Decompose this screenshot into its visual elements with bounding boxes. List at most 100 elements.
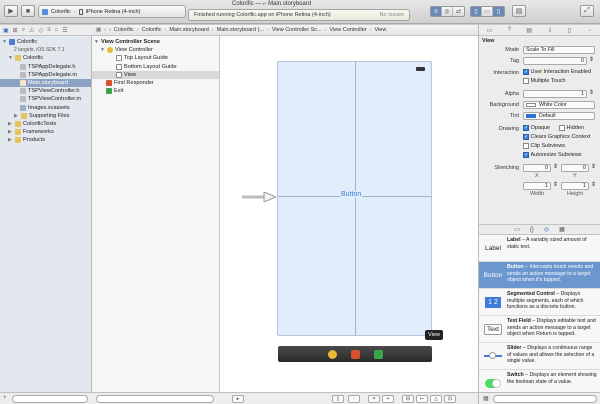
- breadcrumb-item[interactable]: View Controller Sc...: [272, 27, 322, 33]
- warning-icon[interactable]: ⚠: [29, 27, 34, 34]
- standard-editor-icon[interactable]: ≡: [431, 7, 442, 16]
- stretch-y-field[interactable]: 0: [561, 164, 589, 172]
- disclosure-closed-icon[interactable]: ▶: [14, 112, 19, 120]
- disclosure-open-icon[interactable]: ▼: [2, 38, 7, 46]
- user-interaction-checkbox[interactable]: ✓ User Interaction Enabled: [523, 69, 591, 75]
- resolve-icon[interactable]: △: [430, 395, 442, 403]
- size-toggle-icon[interactable]: ▯: [332, 395, 344, 403]
- library-item[interactable]: Text Text Field – Displays editable text…: [479, 316, 600, 343]
- file-template-icon[interactable]: ▭: [514, 226, 520, 233]
- hidden-checkbox[interactable]: Hidden: [559, 125, 584, 131]
- file-inspector-icon[interactable]: ▭: [487, 27, 493, 34]
- disclosure-open-icon[interactable]: ▼: [8, 54, 13, 62]
- library-item[interactable]: Switch – Displays an element showing the…: [479, 370, 600, 392]
- stepper-icon[interactable]: ⇕: [591, 181, 596, 188]
- breadcrumb-item[interactable]: Main.storyboard (...: [217, 27, 264, 33]
- list-item[interactable]: ▶ ColorificTests: [0, 120, 91, 128]
- list-item[interactable]: ▶ Supporting Files: [0, 112, 91, 120]
- breadcrumb-item[interactable]: Colorific: [114, 27, 134, 33]
- breadcrumb-item[interactable]: Main.storyboard: [169, 27, 208, 33]
- object-library-icon[interactable]: ◎: [544, 226, 549, 233]
- stepper-icon[interactable]: ⇕: [589, 89, 594, 96]
- outline-item[interactable]: First Responder: [92, 79, 219, 87]
- tint-select[interactable]: Default: [523, 112, 595, 120]
- outline-toggle-icon[interactable]: ▸: [232, 395, 244, 403]
- stretch-width-field[interactable]: 1: [523, 182, 551, 190]
- debug-toggle-icon[interactable]: ▭: [482, 7, 493, 16]
- multiple-touch-checkbox[interactable]: Multiple Touch: [523, 78, 566, 84]
- breakpoint-icon[interactable]: ⌂: [55, 27, 59, 33]
- stretch-height-field[interactable]: 1: [561, 182, 589, 190]
- outline-item[interactable]: View: [92, 70, 219, 79]
- utilities-toggle-icon[interactable]: ▯: [493, 7, 504, 16]
- list-item[interactable]: TSPViewController.h: [0, 87, 91, 95]
- scheme-selector[interactable]: Colorific › iPhone Retina (4-inch): [38, 5, 186, 18]
- library-filter-input[interactable]: [493, 395, 597, 403]
- clip-subviews-checkbox[interactable]: Clip Subviews: [523, 143, 565, 149]
- assistant-editor-icon[interactable]: ◎: [442, 7, 453, 16]
- editor-mode-segment[interactable]: ≡ ◎ ⇄: [430, 6, 465, 17]
- align-icon[interactable]: ⊟: [402, 395, 414, 403]
- outline-item[interactable]: Bottom Layout Guide: [92, 63, 219, 71]
- outline-item[interactable]: ▼ View Controller Scene: [92, 38, 219, 46]
- stop-button[interactable]: ■: [21, 5, 35, 17]
- fullscreen-button[interactable]: ⤢: [580, 5, 594, 17]
- media-library-icon[interactable]: ▦: [559, 226, 565, 233]
- size-inspector-icon[interactable]: ▯: [568, 27, 571, 34]
- exit-icon[interactable]: [373, 349, 383, 359]
- attributes-inspector-icon[interactable]: ⇩: [547, 27, 552, 34]
- disclosure-closed-icon[interactable]: ▶: [8, 128, 13, 136]
- library-item[interactable]: 1 2 Segmented Control – Displays multipl…: [479, 289, 600, 316]
- search-icon[interactable]: ⌕: [22, 27, 25, 34]
- disclosure-closed-icon[interactable]: ▶: [8, 136, 13, 144]
- zoom-fit-icon[interactable]: =: [368, 395, 380, 403]
- list-item[interactable]: ▼ Colorific: [0, 38, 91, 46]
- outline-filter-input[interactable]: [96, 395, 214, 403]
- background-select[interactable]: White Color: [523, 101, 595, 109]
- list-item[interactable]: TSPAppDelegate.m: [0, 71, 91, 79]
- list-item[interactable]: ▶ Frameworks: [0, 128, 91, 136]
- tag-field[interactable]: 0: [523, 57, 587, 65]
- mode-select[interactable]: Scale To Fill: [523, 46, 595, 54]
- navigator-toggle-icon[interactable]: ▯: [471, 7, 482, 16]
- alpha-field[interactable]: 1: [523, 90, 587, 98]
- test-icon[interactable]: ◇: [38, 27, 43, 34]
- outline-item[interactable]: ▼ View Controller: [92, 46, 219, 54]
- view-toggle-segment[interactable]: ▯ ▭ ▯: [470, 6, 505, 17]
- identity-inspector-icon[interactable]: ▤: [526, 27, 532, 34]
- forward-icon[interactable]: ›: [109, 27, 111, 33]
- view-controller-view[interactable]: Button: [277, 61, 432, 336]
- folder-icon[interactable]: ▣: [3, 27, 9, 34]
- list-item[interactable]: TSPAppDelegate.h: [0, 63, 91, 71]
- button-element[interactable]: Button: [340, 191, 363, 198]
- symbol-icon[interactable]: ⊞: [13, 27, 18, 34]
- stepper-icon[interactable]: ⇕: [589, 56, 594, 63]
- debug-icon[interactable]: ≡: [47, 27, 51, 33]
- clears-context-checkbox[interactable]: ✓ Clears Graphics Context: [523, 134, 590, 140]
- list-item[interactable]: Images.xcassets: [0, 104, 91, 112]
- list-item[interactable]: TSPViewController.m: [0, 95, 91, 103]
- grid-view-icon[interactable]: ▦: [483, 395, 489, 402]
- add-icon[interactable]: +: [3, 395, 7, 401]
- help-inspector-icon[interactable]: ?: [508, 27, 511, 33]
- autoresize-checkbox[interactable]: ✓ Autoresize Subviews: [523, 152, 582, 158]
- stretch-x-field[interactable]: 0: [523, 164, 551, 172]
- organizer-button[interactable]: ▤: [512, 5, 526, 17]
- outline-item[interactable]: Exit: [92, 87, 219, 95]
- pin-icon[interactable]: ⊢: [416, 395, 428, 403]
- log-icon[interactable]: ☰: [62, 27, 67, 34]
- breadcrumb-item[interactable]: Colorific: [142, 27, 162, 33]
- outline-item[interactable]: Top Layout Guide: [92, 54, 219, 62]
- view-controller-icon[interactable]: [327, 349, 337, 359]
- stepper-icon[interactable]: ⇕: [591, 163, 596, 170]
- library-item[interactable]: Slider – Displays a continuous range of …: [479, 343, 600, 370]
- list-item[interactable]: ▼ Colorific: [0, 54, 91, 62]
- library-item[interactable]: Label Label – A variably sized amount of…: [479, 235, 600, 262]
- navigator-filter-input[interactable]: [12, 395, 88, 403]
- first-responder-icon[interactable]: [350, 349, 360, 359]
- resizing-icon[interactable]: ⊡: [444, 395, 456, 403]
- disclosure-open-icon[interactable]: ▼: [94, 38, 99, 46]
- version-editor-icon[interactable]: ⇄: [453, 7, 464, 16]
- code-snippet-icon[interactable]: {}: [530, 227, 534, 233]
- run-button[interactable]: ▶: [4, 5, 18, 17]
